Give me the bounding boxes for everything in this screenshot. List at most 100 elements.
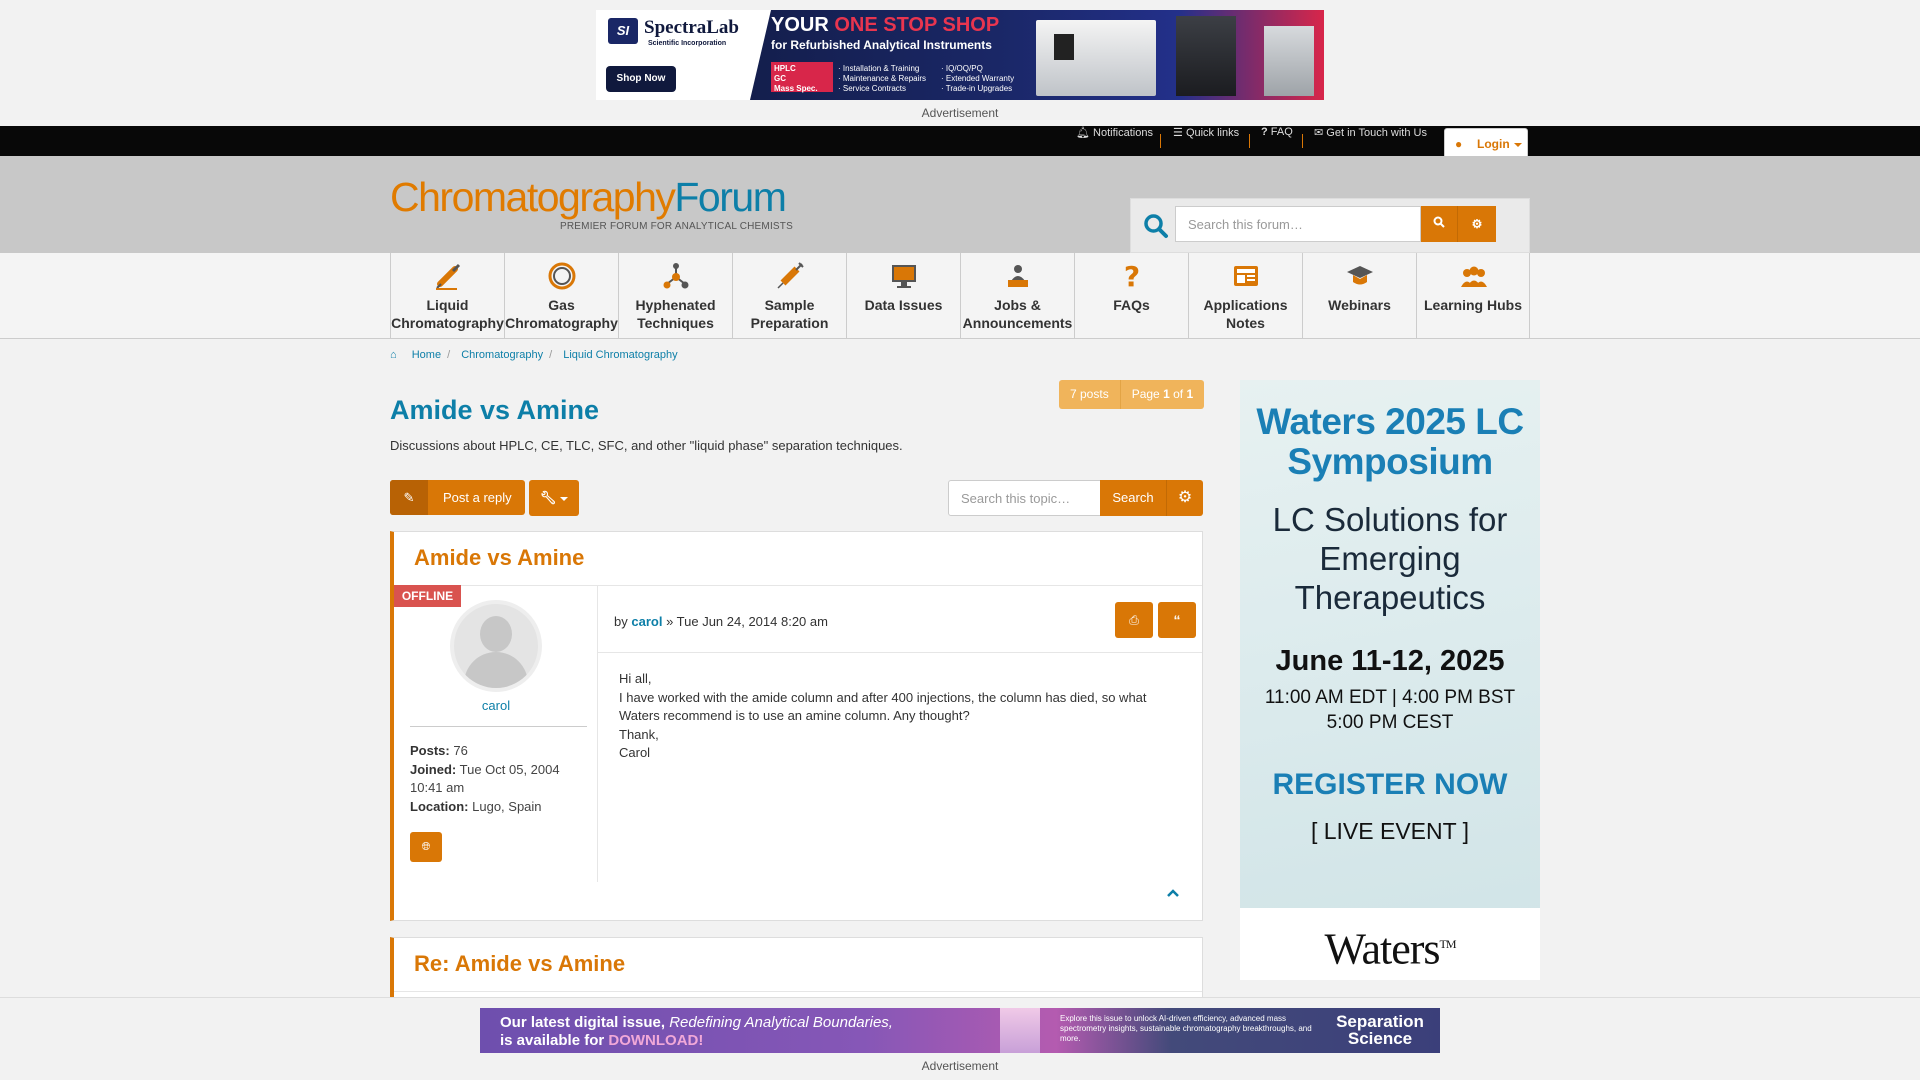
nav-label: Data Issues xyxy=(864,297,943,313)
nav-gas-chromatography[interactable]: Gas Chromatography xyxy=(504,253,618,338)
nav-jobs-announcements[interactable]: Jobs & Announcements xyxy=(960,253,1074,338)
ad-title: Waters 2025 LC Symposium xyxy=(1256,401,1524,482)
svg-text:?: ? xyxy=(1124,261,1140,291)
divider xyxy=(598,652,1202,653)
divider xyxy=(1302,134,1303,148)
divider xyxy=(410,726,587,727)
edit-icon: ✎ xyxy=(390,480,428,515)
ad-instrument-image xyxy=(1176,16,1236,96)
stat-joined: Joined: Tue Oct 05, 2004 10:41 am xyxy=(410,761,560,796)
post-reply-button[interactable]: ✎ Post a reply xyxy=(390,480,525,515)
avatar[interactable] xyxy=(450,600,542,692)
back-to-top-icon[interactable] xyxy=(1166,888,1180,898)
advanced-search-button[interactable]: ⚙ xyxy=(1457,206,1496,242)
author-name[interactable]: carol xyxy=(394,698,598,713)
breadcrumb-chromatography[interactable]: Chromatography xyxy=(461,349,543,361)
divider xyxy=(1249,134,1250,148)
breadcrumb: ⌂ Home / Chromatography / Liquid Chromatog… xyxy=(390,349,684,361)
separation-science-banner-ad[interactable]: Our latest digital issue, Redefining Ana… xyxy=(480,1008,1440,1053)
nav-webinars[interactable]: Webinars xyxy=(1302,253,1416,338)
print-button[interactable]: ⎙ xyxy=(1115,602,1153,638)
post-title[interactable]: Amide vs Amine xyxy=(394,532,1202,586)
nav-label: Jobs & Announcements xyxy=(962,297,1073,331)
topic-search-input[interactable]: Search this topic… xyxy=(948,480,1101,516)
category-navigation: Liquid Chromatography Gas Chromatography… xyxy=(0,253,1920,339)
divider xyxy=(1160,134,1161,148)
nav-label: FAQs xyxy=(1113,297,1150,313)
breadcrumb-liquid-chromatography[interactable]: Liquid Chromatography xyxy=(563,349,677,361)
ad-service-item: · IQ/OQ/PQ xyxy=(941,64,983,73)
topic-title[interactable]: Amide vs Amine xyxy=(390,395,599,426)
molecule-icon xyxy=(663,263,689,289)
forum-search-panel: Search this forum… ⚙ xyxy=(1130,198,1530,253)
pagination: 7 posts Page 1 of 1 xyxy=(1059,380,1205,409)
home-icon[interactable]: ⌂ xyxy=(390,349,397,361)
topic-advanced-search-button[interactable]: ⚙ xyxy=(1166,480,1203,516)
ad-service-item: · Installation & Training xyxy=(838,64,920,73)
breadcrumb-home[interactable]: Home xyxy=(412,349,441,361)
chevron-down-icon xyxy=(1513,142,1522,147)
ad-service-item: · Service Contracts xyxy=(838,84,907,93)
ad-headline: YOUR ONE STOP SHOP xyxy=(771,14,999,37)
gear-icon: ⚙ xyxy=(1177,489,1193,506)
topic-search-button[interactable]: Search xyxy=(1100,480,1166,516)
ad-shop-now-button[interactable]: Shop Now xyxy=(606,66,676,92)
ad-instrument-image xyxy=(1264,26,1314,96)
post-meta: by carol » Tue Jun 24, 2014 8:20 am xyxy=(614,614,828,629)
advertisement-label: Advertisement xyxy=(921,106,999,120)
logo-text: ChromatographyForum xyxy=(390,174,787,220)
print-icon: ⎙ xyxy=(1129,613,1139,627)
nav-applications-notes[interactable]: Applications Notes xyxy=(1188,253,1302,338)
post-content: Hi all, I have worked with the amide col… xyxy=(619,670,1179,763)
nav-label: Liquid Chromatography xyxy=(391,297,504,331)
quick-links-menu[interactable]: ☰ Quick links xyxy=(1173,126,1239,156)
stat-posts: Posts: 76 xyxy=(410,743,468,758)
forum-search-button[interactable] xyxy=(1421,206,1457,242)
waters-symposium-ad[interactable]: Waters 2025 LC Symposium LC Solutions fo… xyxy=(1240,380,1540,980)
post-author-link[interactable]: carol xyxy=(631,614,662,629)
ad-tag: GC xyxy=(774,74,786,83)
post-title[interactable]: Re: Amide vs Amine xyxy=(394,938,1202,992)
breadcrumb-separator: / xyxy=(447,349,451,361)
nav-data-issues[interactable]: Data Issues xyxy=(846,253,960,338)
ad-service-item: · Maintenance & Repairs xyxy=(838,74,927,83)
faq-link[interactable]: ? FAQ xyxy=(1261,126,1293,156)
website-button[interactable]: 🌐︎ xyxy=(410,832,442,862)
nav-liquid-chromatography[interactable]: Liquid Chromatography xyxy=(390,253,504,338)
nav-hyphenated-techniques[interactable]: Hyphenated Techniques xyxy=(618,253,732,338)
waters-logo: WatersTM xyxy=(1240,908,1540,980)
site-logo[interactable]: ChromatographyForum PREMIER FORUM FOR AN… xyxy=(390,174,793,234)
author-stats: Posts: 76 Joined: Tue Oct 05, 2004 10:41… xyxy=(410,742,590,816)
nav-sample-preparation[interactable]: Sample Preparation xyxy=(732,253,846,338)
breadcrumb-separator: / xyxy=(549,349,553,361)
stat-location: Location: Lugo, Spain xyxy=(410,798,542,814)
quote-button[interactable]: “ xyxy=(1158,602,1196,638)
notifications-link[interactable]: 🔔︎ Notifications xyxy=(1076,126,1153,156)
nav-label: Learning Hubs xyxy=(1423,297,1522,313)
nav-faqs[interactable]: ? FAQs xyxy=(1074,253,1188,338)
ad-event-label: [ LIVE EVENT ] xyxy=(1310,818,1470,844)
ad-subtitle: LC Solutions for Emerging Therapeutics xyxy=(1272,501,1508,616)
question-icon: ? xyxy=(1261,126,1268,138)
contact-link[interactable]: ✉ Get in Touch with Us xyxy=(1314,126,1427,156)
spectralab-logo-icon: SI xyxy=(608,18,638,44)
nav-learning-hubs[interactable]: Learning Hubs xyxy=(1416,253,1530,338)
advertisement-label: Advertisement xyxy=(921,1059,999,1073)
nav-label: Applications Notes xyxy=(1203,297,1288,331)
search-icon xyxy=(1433,216,1445,228)
ad-subline: for Refurbished Analytical Instruments xyxy=(771,38,992,52)
logo-tagline: PREMIER FORUM FOR ANALYTICAL CHEMISTS xyxy=(560,221,793,232)
forum-search-input[interactable]: Search this forum… xyxy=(1175,206,1421,242)
magazine-cover-image xyxy=(1000,1008,1040,1053)
ad-brand: Separation Science xyxy=(1336,1012,1424,1048)
syringe-icon xyxy=(777,262,804,289)
topic-tools-button[interactable]: 🔧︎ xyxy=(529,480,579,516)
nav-label: Sample Preparation xyxy=(750,297,829,331)
spectralab-banner-ad[interactable]: SI SpectraLab Scientific Incorporation S… xyxy=(596,10,1324,100)
ad-register-cta: REGISTER NOW xyxy=(1272,768,1508,801)
post-line: Hi all, xyxy=(619,671,652,686)
group-icon xyxy=(1461,266,1487,287)
bars-icon: ☰ xyxy=(1173,127,1183,139)
ad-brand-subtitle: Scientific Incorporation xyxy=(648,40,727,47)
user-icon: ● xyxy=(1455,137,1463,151)
